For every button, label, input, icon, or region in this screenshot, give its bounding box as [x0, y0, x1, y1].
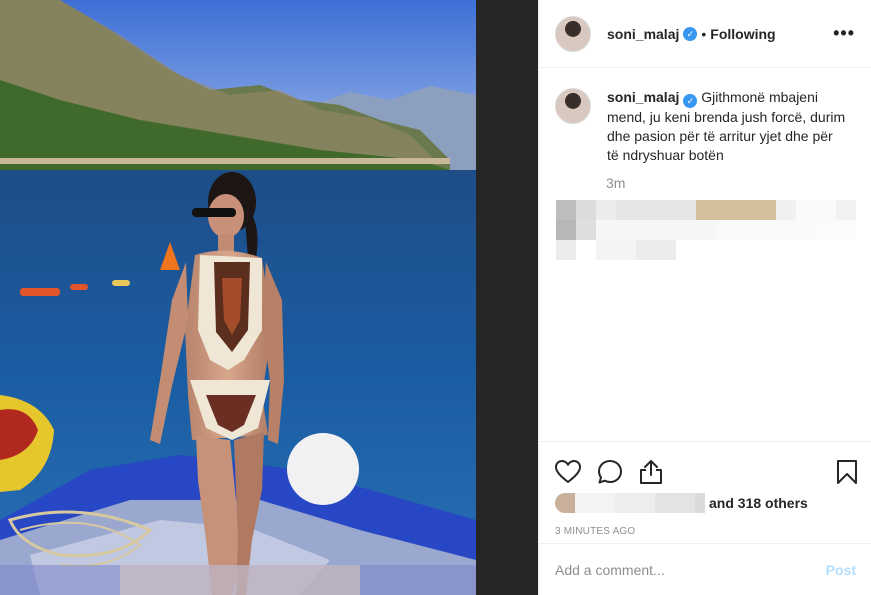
post-comment-button[interactable]: Post [826, 562, 856, 578]
photo-scene [0, 0, 476, 595]
share-icon[interactable] [639, 459, 663, 485]
heart-icon[interactable] [555, 460, 581, 484]
blurred-liker-names [555, 493, 705, 513]
blurred-comment [556, 200, 856, 220]
comment-icon[interactable] [597, 459, 623, 485]
post-timestamp[interactable]: 3 MINUTES AGO [539, 514, 871, 537]
post-sidebar: soni_malaj ✓ • Following ••• soni_malaj ✓… [538, 0, 871, 595]
caption-username[interactable]: soni_malaj [607, 89, 679, 105]
post-header: soni_malaj ✓ • Following ••• [539, 0, 871, 68]
verified-badge-icon: ✓ [683, 94, 698, 108]
caption-text-block: soni_malaj ✓ Gjithmonë mbajeni mend, ju k… [607, 88, 847, 165]
caption: soni_malaj ✓ Gjithmonë mbajeni mend, ju k… [555, 88, 855, 165]
verified-badge-icon: ✓ [683, 26, 698, 41]
photo-gutter [476, 0, 538, 595]
bookmark-icon[interactable] [836, 459, 858, 485]
post-author-username[interactable]: soni_malaj [607, 26, 679, 42]
separator-dot: • [701, 25, 707, 42]
action-icons [539, 442, 871, 492]
comment-input[interactable] [555, 561, 826, 578]
likes-summary: and 318 others [539, 492, 871, 514]
avatar[interactable] [555, 15, 591, 52]
add-comment-bar: Post [539, 543, 871, 595]
blurred-comment [596, 240, 676, 260]
instagram-post-view: soni_malaj ✓ • Following ••• soni_malaj ✓… [0, 0, 871, 595]
caption-avatar[interactable] [555, 88, 591, 124]
caption-timestamp[interactable]: 3m [606, 175, 855, 191]
more-options-icon[interactable]: ••• [833, 23, 855, 44]
post-photo[interactable] [0, 0, 476, 595]
post-actions: and 318 others 3 MINUTES AGO [539, 441, 871, 543]
following-button[interactable]: Following [710, 26, 775, 42]
likes-count[interactable]: and 318 others [709, 495, 808, 511]
